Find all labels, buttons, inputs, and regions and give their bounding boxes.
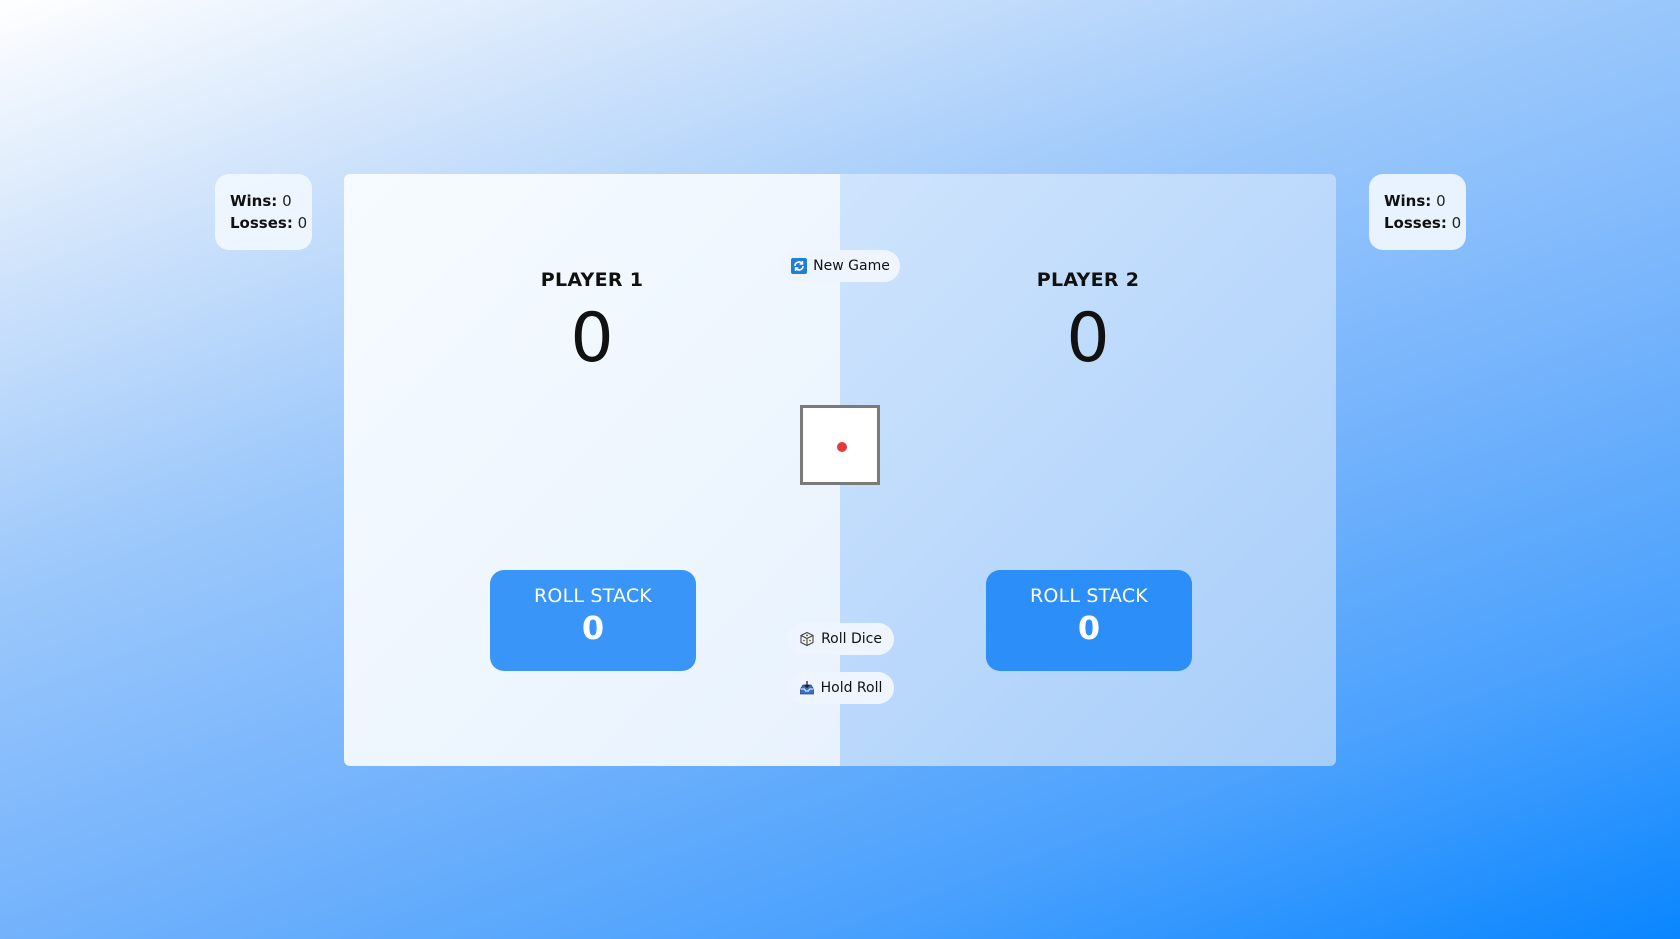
player2-roll-stack: ROLL STACK 0	[986, 570, 1192, 671]
player2-record: Wins: 0 Losses: 0	[1369, 174, 1466, 250]
hold-roll-label: Hold Roll	[820, 680, 883, 696]
player2-panel: PLAYER 2 0 ROLL STACK 0	[840, 174, 1336, 766]
dice-icon	[799, 631, 815, 647]
losses-label: Losses:	[230, 214, 293, 232]
wins-value: 0	[282, 192, 292, 210]
player2-wins-row: Wins: 0	[1384, 190, 1466, 212]
player1-wins-row: Wins: 0	[230, 190, 312, 212]
hold-roll-button[interactable]: Hold Roll	[787, 672, 894, 704]
player1-panel: PLAYER 1 0 ROLL STACK 0	[344, 174, 840, 766]
roll-stack-label: ROLL STACK	[1030, 585, 1148, 607]
player2-score: 0	[1066, 299, 1110, 378]
player1-losses-row: Losses: 0	[230, 212, 312, 234]
refresh-icon	[791, 258, 808, 274]
roll-dice-label: Roll Dice	[821, 631, 882, 647]
player1-roll-stack: ROLL STACK 0	[490, 570, 696, 671]
losses-value: 0	[1451, 214, 1462, 232]
new-game-button[interactable]: New Game	[781, 250, 900, 282]
roll-stack-value: 0	[581, 609, 605, 647]
inbox-tray-icon	[799, 680, 815, 696]
dice-pip	[837, 442, 847, 452]
roll-dice-button[interactable]: Roll Dice	[787, 623, 894, 655]
losses-value: 0	[297, 214, 308, 232]
player1-record: Wins: 0 Losses: 0	[215, 174, 312, 250]
wins-label: Wins:	[230, 192, 278, 210]
wins-label: Wins:	[1384, 192, 1432, 210]
roll-stack-value: 0	[1077, 609, 1101, 647]
new-game-label: New Game	[813, 258, 890, 274]
player2-name: PLAYER 2	[1036, 269, 1140, 291]
player1-score: 0	[570, 299, 614, 378]
wins-value: 0	[1436, 192, 1446, 210]
roll-stack-label: ROLL STACK	[534, 585, 652, 607]
losses-label: Losses:	[1384, 214, 1447, 232]
dice[interactable]	[800, 405, 880, 485]
player1-name: PLAYER 1	[540, 269, 644, 291]
player2-losses-row: Losses: 0	[1384, 212, 1466, 234]
